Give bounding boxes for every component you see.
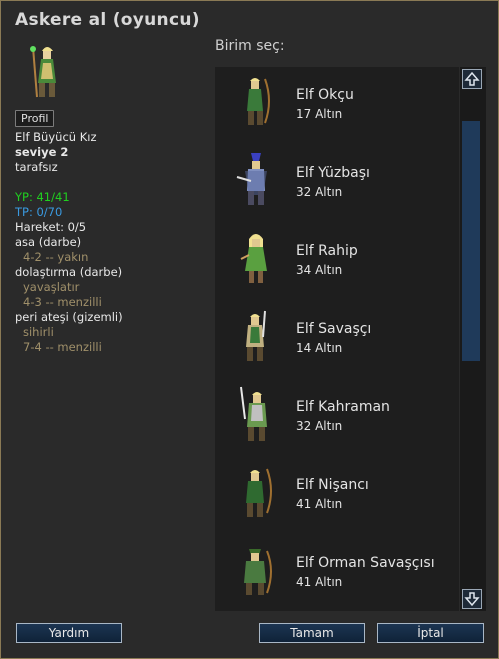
leader-unit-type: Elf Büyücü Kız — [15, 130, 97, 144]
attack-damage: 4-2 -- yakın — [23, 250, 89, 264]
attack-special: yavaşlatır — [23, 280, 80, 294]
arrow-up-icon — [464, 71, 480, 86]
elf-marksman-sprite-icon — [246, 468, 272, 517]
unit-list-item[interactable]: Elf Rahip 34 Altın — [215, 223, 459, 297]
help-button[interactable]: Yardım — [16, 623, 122, 643]
unit-list-item[interactable]: Elf Orman Savaşçısı 41 Altın — [215, 535, 459, 609]
leader-hp: YP: 41/41 — [15, 190, 70, 204]
unit-list-item[interactable]: Elf Savaşçı 14 Altın — [215, 301, 459, 375]
attack-damage: 4-3 -- menzilli — [23, 295, 102, 309]
attack-special: sihirli — [23, 325, 54, 339]
unit-cost: 34 Altın — [296, 263, 343, 277]
attack-name: asa (darbe) — [15, 235, 82, 249]
unit-list-scrollbar[interactable] — [460, 67, 486, 611]
scroll-thumb[interactable] — [462, 121, 480, 361]
unit-cost: 17 Altın — [296, 107, 343, 121]
leader-xp: TP: 0/70 — [15, 205, 63, 219]
elf-fighter-sprite-icon — [246, 310, 266, 361]
attack-name: peri ateşi (gizemli) — [15, 310, 123, 324]
unit-list-item[interactable]: Elf Kahraman 32 Altın — [215, 379, 459, 453]
unit-name: Elf Rahip — [296, 243, 358, 259]
unit-cost: 32 Altın — [296, 185, 343, 199]
unit-cost: 32 Altın — [296, 419, 343, 433]
unit-cost: 14 Altın — [296, 341, 343, 355]
unit-name: Elf Savaşçı — [296, 321, 372, 337]
attack-name: dolaştırma (darbe) — [15, 265, 123, 279]
cancel-button[interactable]: İptal — [377, 623, 484, 643]
attack-damage: 7-4 -- menzilli — [23, 340, 102, 354]
unit-list-label: Birim seç: — [215, 38, 285, 54]
unit-name: Elf Yüzbaşı — [296, 165, 370, 181]
elf-captain-sprite-icon — [236, 153, 267, 205]
unit-list[interactable]: Elf Okçu 17 Altın Elf Yüzbaşı 32 Altın E… — [215, 67, 459, 611]
scroll-down-button[interactable] — [462, 589, 482, 609]
elf-shaman-sprite-icon — [240, 234, 267, 283]
profile-button[interactable]: Profil — [15, 110, 55, 127]
arrow-down-icon — [464, 592, 480, 607]
leader-stats: Elf Büyücü Kız seviye 2 tarafsız YP: 41/… — [15, 130, 123, 355]
unit-name: Elf Nişancı — [296, 477, 369, 493]
scroll-up-button[interactable] — [462, 69, 482, 89]
leader-moves: Hareket: 0/5 — [15, 220, 87, 234]
unit-cost: 41 Altın — [296, 497, 343, 511]
unit-name: Elf Okçu — [296, 87, 354, 103]
ok-button[interactable]: Tamam — [259, 623, 365, 643]
elf-hero-sprite-icon — [240, 386, 267, 441]
elf-ranger-sprite-icon — [244, 549, 272, 595]
dialog-title: Askere al (oyuncu) — [15, 10, 200, 30]
leader-level: seviye 2 — [15, 145, 69, 159]
recruit-dialog: Askere al (oyuncu) Profil Elf Büyücü Kız… — [0, 0, 499, 659]
unit-name: Elf Kahraman — [296, 399, 390, 415]
unit-list-item[interactable]: Elf Nişancı 41 Altın — [215, 457, 459, 531]
leader-alignment: tarafsız — [15, 160, 58, 174]
leader-portrait-icon — [30, 46, 56, 98]
unit-cost: 41 Altın — [296, 575, 343, 589]
unit-list-item[interactable]: Elf Yüzbaşı 32 Altın — [215, 145, 459, 219]
unit-list-item[interactable]: Elf Okçu 17 Altın — [215, 67, 459, 141]
unit-name: Elf Orman Savaşçısı — [296, 555, 435, 571]
elf-archer-sprite-icon — [247, 78, 270, 125]
